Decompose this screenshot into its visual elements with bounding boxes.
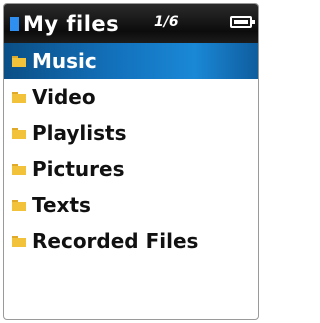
list-item-recorded-files[interactable]: Recorded Files: [4, 223, 258, 259]
device-screen: My files 1/6 Music Video Playlists Pictu…: [3, 3, 259, 320]
battery-icon: [230, 16, 255, 28]
file-list: Music Video Playlists Pictures Texts Rec…: [4, 43, 258, 259]
list-item-music[interactable]: Music: [4, 43, 258, 79]
folder-icon: [12, 55, 26, 67]
list-item-pictures[interactable]: Pictures: [4, 151, 258, 187]
list-item-label: Texts: [32, 193, 91, 217]
folder-icon: [12, 127, 26, 139]
list-item-label: Playlists: [32, 121, 127, 145]
page-indicator: 1/6: [154, 14, 179, 30]
folder-icon: [12, 199, 26, 211]
list-item-video[interactable]: Video: [4, 79, 258, 115]
list-item-label: Video: [32, 85, 96, 109]
list-item-texts[interactable]: Texts: [4, 187, 258, 223]
title-bar: My files 1/6: [4, 4, 258, 43]
title-marker-icon: [10, 16, 19, 31]
folder-icon: [12, 91, 26, 103]
list-item-label: Recorded Files: [32, 229, 199, 253]
page-title: My files: [23, 11, 120, 36]
list-item-label: Music: [32, 49, 97, 73]
folder-icon: [12, 235, 26, 247]
list-item-label: Pictures: [32, 157, 125, 181]
list-item-playlists[interactable]: Playlists: [4, 115, 258, 151]
folder-icon: [12, 163, 26, 175]
